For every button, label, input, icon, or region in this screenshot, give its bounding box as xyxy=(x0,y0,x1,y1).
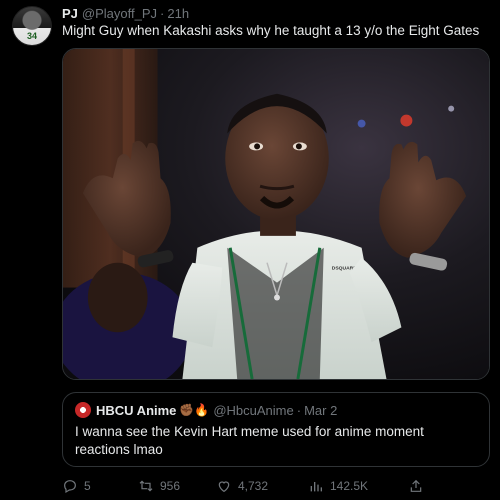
quoted-author-handle[interactable]: @HbcuAnime xyxy=(213,403,293,418)
tweet-media-image[interactable]: DSQUARED xyxy=(62,48,490,380)
share-button[interactable] xyxy=(408,476,430,496)
author-handle[interactable]: @Playoff_PJ xyxy=(82,6,157,21)
retweet-icon xyxy=(139,480,153,492)
reply-count: 5 xyxy=(84,479,91,493)
header-separator: · xyxy=(160,5,165,21)
retweet-count: 956 xyxy=(160,479,181,493)
reply-icon xyxy=(64,480,76,494)
tweet-text: Might Guy when Kakashi asks why he taugh… xyxy=(62,23,480,38)
quoted-tweet-header: HBCU Anime ✊🏾🔥 @HbcuAnime · Mar 2 xyxy=(75,402,337,418)
quoted-author-emoji: ✊🏾🔥 xyxy=(179,403,210,417)
author-name[interactable]: PJ xyxy=(62,6,78,21)
retweet-button[interactable]: 956 xyxy=(138,476,180,496)
like-button[interactable]: 4,732 xyxy=(216,476,268,496)
meme-photo: DSQUARED xyxy=(63,49,489,379)
tweet-timestamp[interactable]: 21h xyxy=(167,6,189,21)
quoted-tweet[interactable]: HBCU Anime ✊🏾🔥 @HbcuAnime · Mar 2 I wann… xyxy=(62,392,490,467)
tweet-action-bar: 5 956 4,732 142.5K xyxy=(62,476,490,496)
tweet[interactable]: 34 PJ @Playoff_PJ · 21h Might Guy when K… xyxy=(0,0,500,500)
like-icon xyxy=(218,481,230,493)
tweet-header: PJ @Playoff_PJ · 21h xyxy=(62,4,189,22)
avatar-jersey-number: 34 xyxy=(26,31,37,41)
views-count: 142.5K xyxy=(330,479,369,493)
like-count: 4,732 xyxy=(238,479,269,493)
views-icon xyxy=(310,482,322,492)
share-icon xyxy=(410,479,422,492)
quoted-author-name[interactable]: HBCU Anime xyxy=(96,403,176,418)
views-button[interactable]: 142.5K xyxy=(308,476,368,496)
quoted-author-avatar[interactable] xyxy=(75,402,91,418)
quoted-tweet-date[interactable]: Mar 2 xyxy=(304,403,337,418)
quoted-header-separator: · xyxy=(296,402,302,418)
author-avatar[interactable]: 34 xyxy=(12,6,52,46)
quoted-tweet-text: I wanna see the Kevin Hart meme used for… xyxy=(75,424,424,457)
reply-button[interactable]: 5 xyxy=(62,476,91,496)
